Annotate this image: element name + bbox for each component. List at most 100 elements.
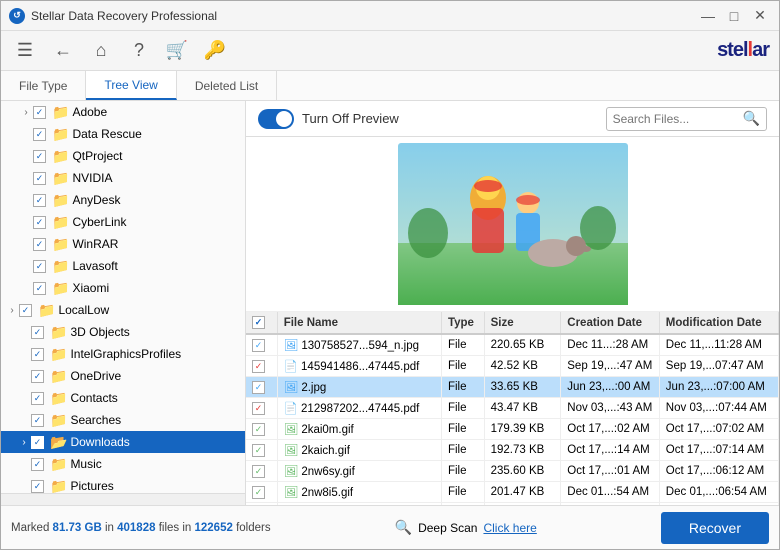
tree-item-downloads[interactable]: › 📂 Downloads <box>1 431 245 453</box>
checkbox-intel[interactable] <box>31 348 44 361</box>
table-row[interactable]: 🖼2kaich.gif File 192.73 KB Oct 17,...:14… <box>246 440 779 461</box>
tab-file-type[interactable]: File Type <box>1 71 86 100</box>
tree-item-data-rescue[interactable]: 📁 Data Rescue <box>1 123 245 145</box>
row-checkbox[interactable] <box>246 398 277 419</box>
preview-toggle[interactable] <box>258 109 294 129</box>
tree-item-pictures[interactable]: 📁 Pictures <box>1 475 245 493</box>
row-created: Oct 17,...:14 AM <box>561 440 660 461</box>
tree-item-qtproject[interactable]: 📁 QtProject <box>1 145 245 167</box>
click-here-link[interactable]: Click here <box>483 521 536 535</box>
row-checkbox[interactable] <box>246 377 277 398</box>
row-size: 179.39 KB <box>484 419 561 440</box>
checkbox-adobe[interactable] <box>33 106 46 119</box>
row-checkbox[interactable] <box>246 419 277 440</box>
checkbox-anydesk[interactable] <box>33 194 46 207</box>
checkbox-onedrive[interactable] <box>31 370 44 383</box>
checkbox-music[interactable] <box>31 458 44 471</box>
preview-area <box>246 137 779 312</box>
toggle-container: Turn Off Preview <box>258 109 399 129</box>
row-checkbox[interactable] <box>246 440 277 461</box>
row-checkbox[interactable] <box>246 334 277 356</box>
menu-button[interactable]: ☰ <box>11 37 39 65</box>
checkbox-downloads[interactable] <box>31 436 44 449</box>
row-checkbox[interactable] <box>246 482 277 503</box>
tree-item-localow[interactable]: › 📁 LocalLow <box>1 299 245 321</box>
row-modified: Oct 17,...:06:12 AM <box>659 461 778 482</box>
key-button[interactable]: 🔑 <box>201 37 229 65</box>
folder-icon: 📁 <box>52 214 69 231</box>
col-header-created[interactable]: Creation Date <box>561 312 660 334</box>
row-checkbox[interactable] <box>246 461 277 482</box>
tree-item-xiaomi[interactable]: 📁 Xiaomi <box>1 277 245 299</box>
file-table-container[interactable]: File Name Type Size Creation Date Modifi… <box>246 312 779 505</box>
preview-image <box>398 143 628 305</box>
row-checkbox[interactable] <box>246 356 277 377</box>
folder-icon: 📁 <box>52 192 69 209</box>
folder-icon: 📁 <box>52 280 69 297</box>
col-header-name[interactable]: File Name <box>277 312 441 334</box>
tree-item-onedrive[interactable]: 📁 OneDrive <box>1 365 245 387</box>
col-header-type[interactable]: Type <box>441 312 484 334</box>
checkbox-pictures[interactable] <box>31 480 44 493</box>
col-header-size[interactable]: Size <box>484 312 561 334</box>
row-size: 33.65 KB <box>484 377 561 398</box>
checkbox-xiaomi[interactable] <box>33 282 46 295</box>
tree-item-intel[interactable]: 📁 IntelGraphicsProfiles <box>1 343 245 365</box>
tree-label: Contacts <box>70 391 117 405</box>
checkbox-searches[interactable] <box>31 414 44 427</box>
col-header-check[interactable] <box>246 312 277 334</box>
tree-item-cyberlink[interactable]: 📁 CyberLink <box>1 211 245 233</box>
cart-button[interactable]: 🛒 <box>163 37 191 65</box>
tree-item-nvidia[interactable]: 📁 NVIDIA <box>1 167 245 189</box>
tree-item-searches[interactable]: 📁 Searches <box>1 409 245 431</box>
checkbox-nvidia[interactable] <box>33 172 46 185</box>
checkbox-cyberlink[interactable] <box>33 216 46 229</box>
table-row[interactable]: 🖼2nw8i5.gif File 201.47 KB Dec 01...:54 … <box>246 482 779 503</box>
tree-item-adobe[interactable]: › 📁 Adobe <box>1 101 245 123</box>
deep-scan-icon: 🔍 <box>395 519 412 536</box>
row-name: 🖼2nw8i5.gif <box>277 482 441 503</box>
maximize-button[interactable]: □ <box>723 5 745 27</box>
checkbox-contacts[interactable] <box>31 392 44 405</box>
folder-icon: 📁 <box>50 456 67 473</box>
back-button[interactable]: ← <box>49 37 77 65</box>
tab-deleted-list[interactable]: Deleted List <box>177 71 277 100</box>
tab-tree-view[interactable]: Tree View <box>86 71 176 100</box>
tree-item-3d-objects[interactable]: 📁 3D Objects <box>1 321 245 343</box>
row-type: File <box>441 377 484 398</box>
close-button[interactable]: ✕ <box>749 5 771 27</box>
folder-icon: 📁 <box>50 368 67 385</box>
table-row[interactable]: 📄145941486...47445.pdf File 42.52 KB Sep… <box>246 356 779 377</box>
checkbox-winrar[interactable] <box>33 238 46 251</box>
recover-button[interactable]: Recover <box>661 512 769 544</box>
table-row[interactable]: 🖼2nw6sy.gif File 235.60 KB Oct 17,...:01… <box>246 461 779 482</box>
folder-icon: 📁 <box>38 302 55 319</box>
tree-label: Xiaomi <box>72 281 109 295</box>
tree-item-lavasoft[interactable]: 📁 Lavasoft <box>1 255 245 277</box>
checkbox-3d-objects[interactable] <box>31 326 44 339</box>
col-header-modified[interactable]: Modification Date <box>659 312 778 334</box>
tree-item-contacts[interactable]: 📁 Contacts <box>1 387 245 409</box>
tree-item-music[interactable]: 📁 Music <box>1 453 245 475</box>
row-name: 🖼2kai0m.gif <box>277 419 441 440</box>
table-row[interactable]: 📄212987202...47445.pdf File 43.47 KB Nov… <box>246 398 779 419</box>
select-all-checkbox[interactable] <box>252 316 265 329</box>
home-button[interactable]: ⌂ <box>87 37 115 65</box>
minimize-button[interactable]: — <box>697 5 719 27</box>
checkbox-localow[interactable] <box>19 304 32 317</box>
help-button[interactable]: ? <box>125 37 153 65</box>
row-created: Jun 23,...:00 AM <box>561 377 660 398</box>
row-name: 🖼2kaich.gif <box>277 440 441 461</box>
chevron-icon: › <box>5 305 19 316</box>
checkbox-qtproject[interactable] <box>33 150 46 163</box>
search-input[interactable] <box>613 112 743 126</box>
table-row[interactable]: 🖼2kai0m.gif File 179.39 KB Oct 17,...:02… <box>246 419 779 440</box>
checkbox-lavasoft[interactable] <box>33 260 46 273</box>
tree-item-winrar[interactable]: 📁 WinRAR <box>1 233 245 255</box>
tree-item-anydesk[interactable]: 📁 AnyDesk <box>1 189 245 211</box>
checkbox-data-rescue[interactable] <box>33 128 46 141</box>
table-row[interactable]: 🖼130758527...594_n.jpg File 220.65 KB De… <box>246 334 779 356</box>
tree-container[interactable]: › 📁 Adobe 📁 Data Rescue 📁 Qt <box>1 101 245 493</box>
sidebar-hscroll[interactable] <box>1 493 245 505</box>
table-row[interactable]: 🖼2.jpg File 33.65 KB Jun 23,...:00 AM Ju… <box>246 377 779 398</box>
